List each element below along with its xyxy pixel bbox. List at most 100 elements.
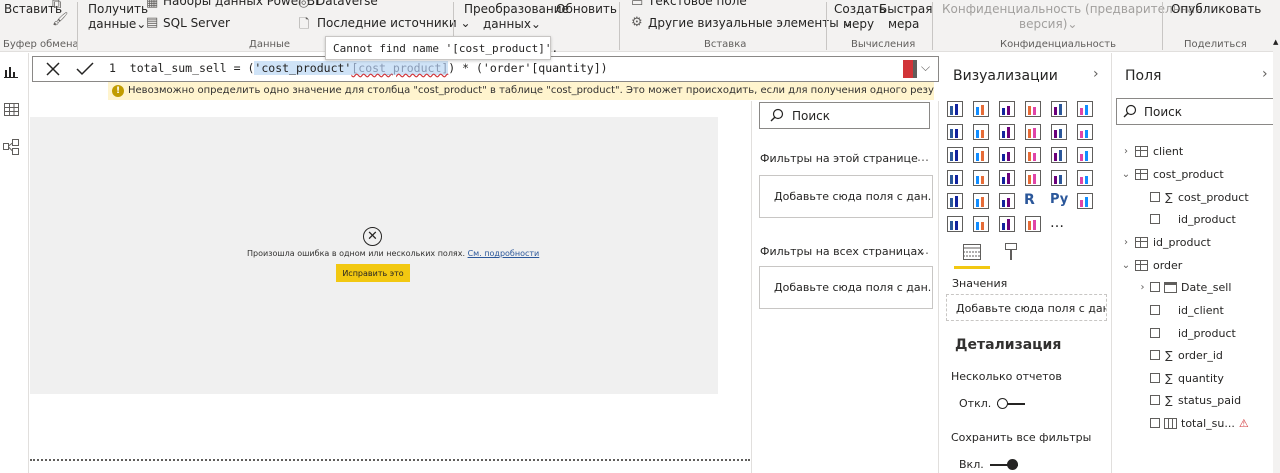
report-view-icon[interactable] — [0, 63, 22, 81]
filters-all-pages-more[interactable]: … — [917, 243, 929, 257]
new-measure-label2[interactable]: меру — [843, 17, 874, 31]
refresh-button[interactable]: Обновить — [556, 2, 617, 16]
chevron-right-icon[interactable]: › — [1135, 282, 1150, 293]
field-cost-product[interactable]: ∑ cost_product — [1150, 187, 1249, 207]
stacked-bar-icon[interactable] — [946, 100, 964, 118]
decomposition-tree-icon[interactable] — [946, 215, 964, 233]
dataverse-button[interactable]: Dataverse — [316, 0, 378, 8]
filled-map-icon[interactable] — [972, 169, 990, 187]
field-checkbox[interactable] — [1150, 282, 1160, 292]
commit-formula-button[interactable] — [73, 58, 97, 80]
formula-editor[interactable]: 1 total_sum_sell = ('cost_product'[cost_… — [109, 61, 608, 75]
quick-measure-label2[interactable]: мера — [888, 17, 919, 31]
filter-search-input[interactable]: Поиск — [759, 102, 930, 129]
field-id-product[interactable]: id_product — [1150, 209, 1236, 229]
cross-report-toggle[interactable]: Откл. — [959, 397, 1026, 410]
transform-data-button[interactable]: Преобразование — [464, 2, 569, 16]
field-checkbox[interactable] — [1150, 328, 1160, 338]
text-box-button[interactable]: Текстовое поле — [648, 0, 747, 8]
kpi-icon[interactable] — [1076, 169, 1094, 187]
filters-this-page-more[interactable]: … — [917, 150, 929, 164]
map-icon[interactable] — [946, 169, 964, 187]
fields-tab-icon[interactable] — [961, 241, 983, 263]
scroll-up-icon[interactable]: ▲ — [1273, 38, 1278, 46]
cancel-formula-button[interactable] — [41, 58, 65, 80]
table-id-product[interactable]: › id_product — [1120, 232, 1211, 252]
copy-icon[interactable]: ⧉ — [52, 0, 61, 12]
collapse-fields-icon[interactable]: › — [1262, 66, 1268, 82]
transform-data-label2[interactable]: данных⌄ — [483, 17, 541, 31]
field-order-id-product[interactable]: id_product — [1150, 323, 1236, 343]
power-apps-icon[interactable] — [1024, 215, 1042, 233]
model-view-icon[interactable] — [0, 138, 22, 156]
sql-server-button[interactable]: SQL Server — [163, 16, 230, 30]
donut-chart-icon[interactable] — [1050, 146, 1068, 164]
warning-triangle-icon[interactable]: ⚠ — [1239, 417, 1249, 430]
field-checkbox[interactable] — [1150, 373, 1160, 383]
card-icon[interactable] — [1024, 169, 1042, 187]
publish-button[interactable]: Опубликовать — [1171, 2, 1261, 16]
toggle-off-switch[interactable] — [997, 397, 1026, 409]
table-cost-product[interactable]: ⌄ cost_product — [1120, 164, 1224, 184]
field-checkbox[interactable] — [1150, 192, 1160, 202]
table-view-icon[interactable] — [0, 100, 22, 118]
filters-this-page-drop[interactable]: Добавьте сюда поля с дан... — [759, 175, 933, 218]
sensitivity-label2[interactable]: версия)⌄ — [1019, 17, 1077, 31]
stacked-column-icon[interactable] — [972, 100, 990, 118]
100-column-icon[interactable] — [1076, 100, 1094, 118]
keep-filters-toggle[interactable]: Вкл. — [959, 458, 1018, 471]
field-id-client[interactable]: id_client — [1150, 300, 1224, 320]
multi-row-card-icon[interactable] — [1050, 169, 1068, 187]
pbi-datasets-button[interactable]: Наборы данных Power BI — [163, 0, 319, 8]
table-order[interactable]: ⌄ order — [1120, 255, 1183, 275]
paginated-report-icon[interactable] — [998, 215, 1016, 233]
field-order-id[interactable]: ∑ order_id — [1150, 345, 1223, 365]
more-visuals-button[interactable]: Другие визуальные элементы ⌄ — [648, 16, 853, 30]
field-total-sum-sell[interactable]: total_su... ⚠ — [1150, 413, 1249, 433]
field-quantity[interactable]: ∑ quantity — [1150, 368, 1224, 388]
ribbon-chart-icon[interactable] — [1076, 123, 1094, 141]
see-details-link[interactable]: См. подробности — [468, 249, 540, 258]
chevron-down-icon[interactable]: ⌄ — [1120, 169, 1132, 180]
slicer-icon[interactable] — [946, 192, 964, 210]
line-column-icon[interactable] — [1024, 123, 1042, 141]
matrix-icon[interactable] — [998, 192, 1016, 210]
pie-chart-icon[interactable] — [1024, 146, 1042, 164]
table-icon[interactable] — [972, 192, 990, 210]
filters-all-pages-drop[interactable]: Добавьте сюда поля с дан... — [759, 266, 933, 309]
100-bar-icon[interactable] — [1050, 100, 1068, 118]
field-checkbox[interactable] — [1150, 214, 1160, 224]
chevron-right-icon[interactable]: › — [1120, 237, 1132, 248]
r-visual-icon[interactable]: R — [1024, 192, 1042, 210]
area-chart-icon[interactable] — [972, 123, 990, 141]
sensitivity-button[interactable]: Конфиденциальность (предварительная — [942, 2, 1202, 16]
field-date-sell[interactable]: › Date_sell — [1135, 277, 1232, 297]
field-checkbox[interactable] — [1150, 418, 1160, 428]
recent-sources-button[interactable]: Последние источники ⌄ — [317, 16, 471, 30]
treemap-icon[interactable] — [1076, 146, 1094, 164]
format-tab-icon[interactable] — [1000, 241, 1022, 263]
quick-measure-button[interactable]: Быстрая — [879, 2, 932, 16]
stacked-area-icon[interactable] — [998, 123, 1016, 141]
fix-this-button[interactable]: Исправить это — [336, 264, 410, 282]
fields-search-input[interactable]: Поиск — [1116, 98, 1277, 125]
vertical-scrollbar[interactable]: ▲ — [1273, 38, 1280, 473]
waterfall-icon[interactable] — [946, 146, 964, 164]
field-checkbox[interactable] — [1150, 305, 1160, 315]
collapse-visualizations-icon[interactable]: › — [1093, 66, 1099, 82]
python-visual-icon[interactable]: Py — [1050, 192, 1068, 210]
get-data-button-label2[interactable]: данные⌄ — [88, 17, 146, 31]
chevron-down-icon[interactable]: ⌄ — [1120, 260, 1132, 271]
scatter-icon[interactable] — [998, 146, 1016, 164]
field-status-paid[interactable]: ∑ status_paid — [1150, 390, 1241, 410]
field-checkbox[interactable] — [1150, 350, 1160, 360]
toggle-on-switch[interactable] — [989, 458, 1018, 470]
key-influencers-icon[interactable] — [1076, 192, 1094, 210]
more-visuals-icon[interactable]: … — [1050, 215, 1068, 233]
chevron-right-icon[interactable]: › — [1120, 146, 1132, 157]
get-data-button[interactable]: Получить — [88, 2, 148, 16]
clustered-column-icon[interactable] — [1024, 100, 1042, 118]
expand-formula-icon[interactable]: ⌵ — [921, 60, 930, 75]
funnel-icon[interactable] — [972, 146, 990, 164]
gauge-icon[interactable] — [998, 169, 1016, 187]
